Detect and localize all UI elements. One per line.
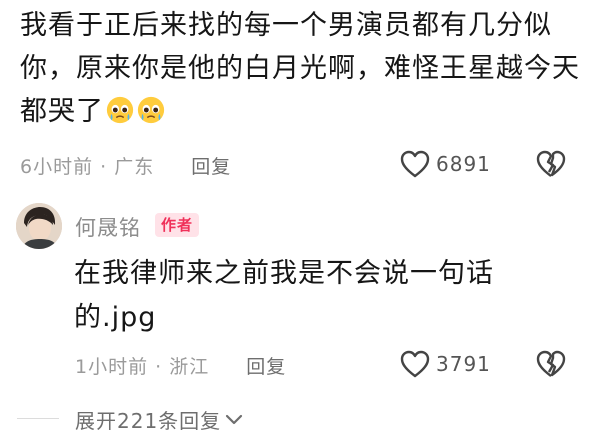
avatar-portrait bbox=[16, 203, 62, 249]
comment-text: 我看于正后来找的每一个男演员都有几分似你，原来你是他的白月光啊，难怪王星越今天都… bbox=[20, 4, 580, 133]
comment-like-button[interactable]: 6891 bbox=[400, 150, 491, 178]
author-avatar[interactable] bbox=[16, 203, 62, 249]
comment-location: 广东 bbox=[114, 156, 155, 178]
comment-meta: 6小时前 · 广东 回复 bbox=[20, 152, 231, 179]
broken-heart-icon bbox=[536, 350, 566, 377]
reply-location: 浙江 bbox=[169, 356, 210, 378]
reply-dislike-button[interactable] bbox=[536, 350, 566, 378]
comment-time: 6小时前 bbox=[20, 156, 94, 178]
reply-like-button[interactable]: 3791 bbox=[400, 350, 491, 378]
reply-text: 在我律师来之前我是不会说一句话的.jpg bbox=[74, 258, 494, 333]
chevron-down-icon bbox=[226, 414, 243, 424]
meta-separator: · bbox=[100, 156, 108, 178]
expand-replies-label: 展开221条回复 bbox=[75, 409, 222, 433]
reply-reply-button[interactable]: 回复 bbox=[246, 356, 286, 378]
pleading-face-icon bbox=[137, 96, 165, 124]
reply-meta: 1小时前 · 浙江 回复 bbox=[75, 352, 286, 379]
meta-separator: · bbox=[155, 356, 163, 378]
pleading-face-icon bbox=[106, 96, 134, 124]
heart-icon bbox=[400, 150, 430, 178]
author-badge: 作者 bbox=[155, 213, 200, 237]
broken-heart-icon bbox=[536, 150, 566, 177]
comment-body: 我看于正后来找的每一个男演员都有几分似你，原来你是他的白月光啊，难怪王星越今天都… bbox=[20, 10, 580, 127]
comment-reply-button[interactable]: 回复 bbox=[191, 156, 231, 178]
reply-time: 1小时前 bbox=[75, 356, 149, 378]
expand-replies-button[interactable]: 展开221条回复 bbox=[75, 405, 243, 434]
divider bbox=[17, 418, 59, 419]
heart-icon bbox=[400, 350, 430, 378]
author-name[interactable]: 何晟铭 bbox=[75, 212, 141, 242]
comment-dislike-button[interactable] bbox=[536, 150, 566, 178]
comment-like-count: 6891 bbox=[436, 152, 491, 176]
reply-like-count: 3791 bbox=[436, 352, 491, 376]
